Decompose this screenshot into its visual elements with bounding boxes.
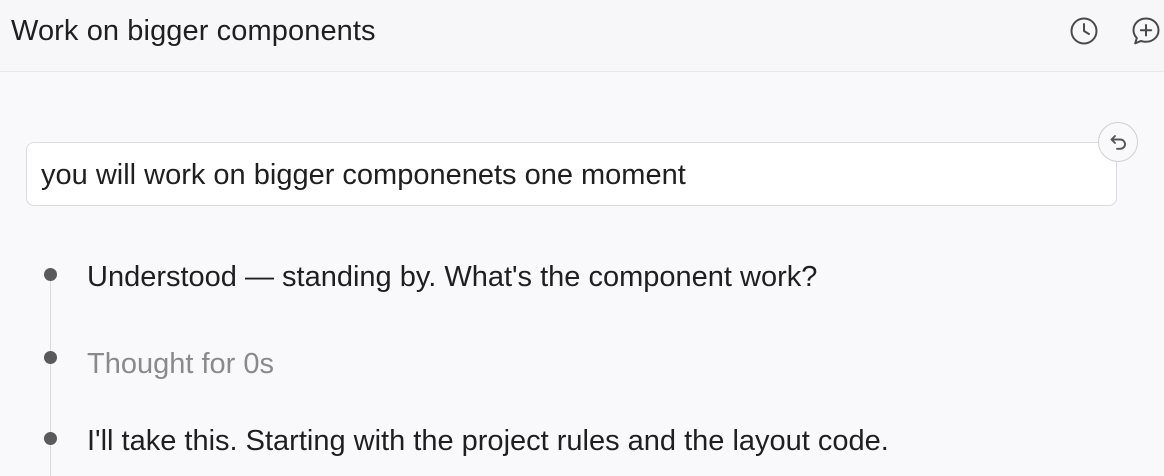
revert-icon: [1110, 135, 1126, 150]
chat-title: Work on bigger components: [11, 15, 376, 47]
revert-button[interactable]: [1098, 122, 1138, 162]
timeline-bullet: [44, 351, 57, 364]
user-message[interactable]: you will work on bigger componenets one …: [26, 142, 1117, 206]
assistant-response: I'll take this. Starting with the projec…: [87, 425, 889, 457]
history-icon: [1070, 17, 1098, 45]
thought-indicator[interactable]: Thought for 0s: [87, 346, 274, 382]
new-chat-button[interactable]: [1128, 13, 1164, 49]
timeline-bullet: [44, 432, 57, 445]
timeline-bullet: [44, 268, 57, 281]
chat-header: Work on bigger components: [0, 0, 1164, 72]
assistant-response: Understood — standing by. What's the com…: [87, 261, 818, 293]
history-button[interactable]: [1066, 13, 1102, 49]
timeline-line: [50, 276, 51, 476]
user-message-text: you will work on bigger componenets one …: [41, 159, 686, 191]
new-chat-icon: [1132, 17, 1160, 45]
